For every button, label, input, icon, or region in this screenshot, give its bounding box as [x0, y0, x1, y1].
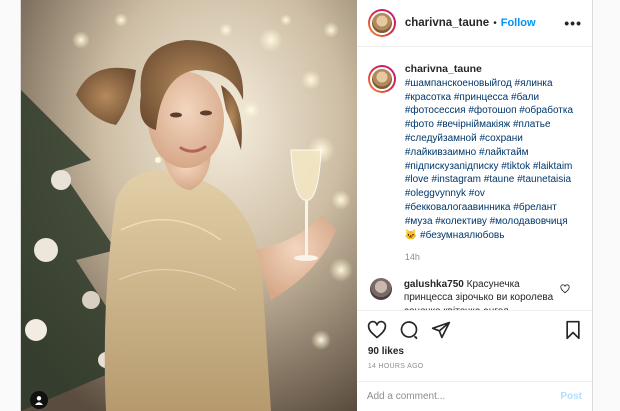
post-dialog: charivna_taune • Follow ••• charivna_tau… — [20, 0, 593, 411]
bookmark-icon[interactable] — [564, 320, 582, 340]
heart-icon[interactable] — [367, 320, 387, 340]
author-username[interactable]: charivna_taune — [405, 17, 489, 29]
caption-username[interactable]: charivna_taune — [405, 63, 582, 77]
commenter-username[interactable]: galushka750 — [404, 279, 464, 290]
tagged-user-icon[interactable] — [30, 391, 48, 409]
more-options-icon[interactable]: ••• — [564, 16, 582, 30]
post-header: charivna_taune • Follow ••• — [356, 0, 592, 47]
comment-icon[interactable] — [399, 320, 419, 340]
caption-avatar[interactable] — [367, 65, 396, 93]
comment-like-icon[interactable] — [560, 284, 570, 294]
post-sidebar: charivna_taune • Follow ••• charivna_tau… — [356, 0, 592, 411]
post-timestamp[interactable]: 14 HOURS AGO — [357, 363, 592, 370]
add-comment-bar: Post — [356, 381, 592, 411]
caption-time: 14h — [404, 252, 420, 263]
follow-button[interactable]: Follow — [501, 17, 536, 29]
likes-count[interactable]: 90 likes — [357, 346, 592, 357]
photo-illustration — [21, 0, 357, 411]
separator-dot: • — [493, 17, 497, 29]
paper-plane-icon[interactable] — [431, 320, 451, 340]
comments-list: charivna_taune #шампанскоеновыйгод #ялин… — [357, 47, 592, 310]
caption-hashtags[interactable]: #шампанскоеновыйгод #ялинка #красотка #п… — [405, 78, 573, 241]
comment-input[interactable] — [366, 391, 561, 402]
post-comment-button[interactable]: Post — [560, 391, 582, 402]
post-photo[interactable] — [21, 0, 357, 411]
author-avatar[interactable] — [367, 9, 396, 37]
comment-item: galushka750 Красунечка принцесса зірочьк… — [368, 278, 582, 310]
post-caption: charivna_taune #шампанскоеновыйгод #ялин… — [367, 63, 582, 265]
post-actions — [356, 310, 592, 348]
commenter-avatar[interactable] — [369, 278, 392, 301]
